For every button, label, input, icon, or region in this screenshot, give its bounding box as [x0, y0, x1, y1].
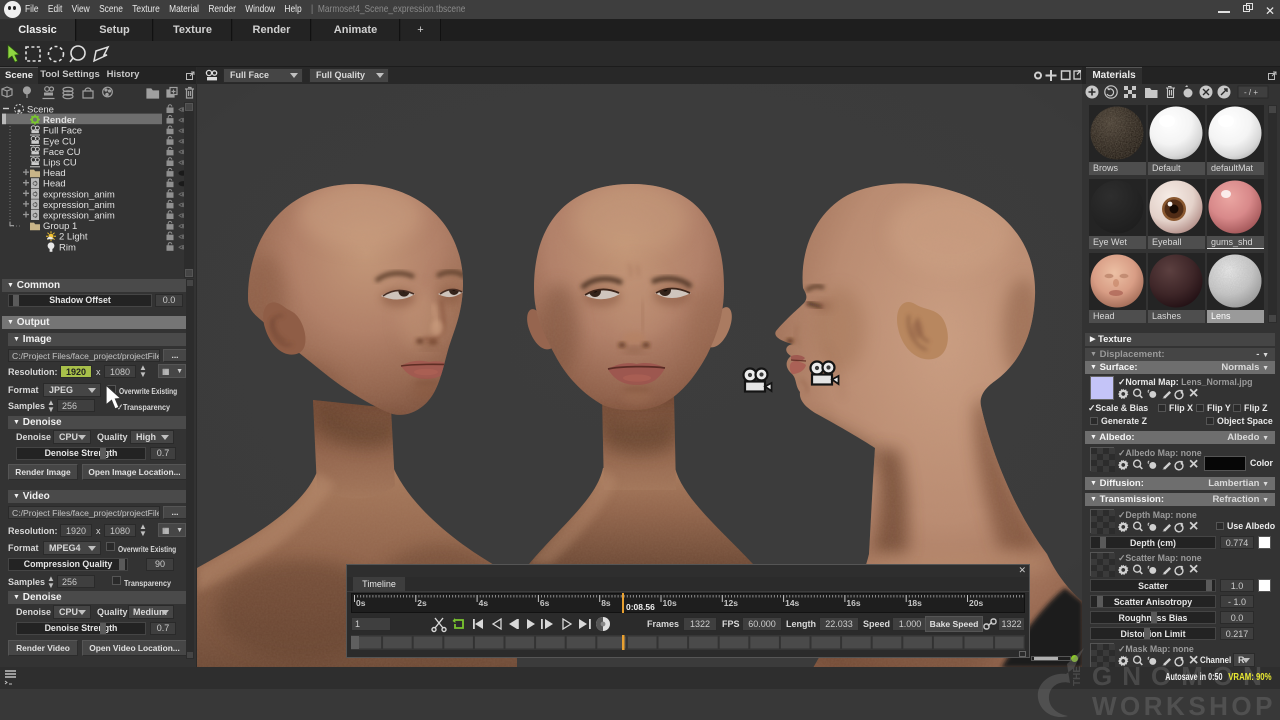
svg-text:18s: 18s — [908, 598, 922, 608]
svg-text:THE: THE — [1072, 666, 1083, 686]
svg-text:6s: 6s — [540, 598, 550, 608]
svg-text:WORKSHOP: WORKSHOP — [1092, 691, 1276, 720]
svg-text:12s: 12s — [724, 598, 738, 608]
svg-text:14s: 14s — [785, 598, 799, 608]
svg-text:0s: 0s — [356, 598, 366, 608]
svg-text:8s: 8s — [601, 598, 611, 608]
svg-text:20s: 20s — [969, 598, 983, 608]
svg-text:2s: 2s — [417, 598, 427, 608]
svg-text:4s: 4s — [479, 598, 489, 608]
svg-text:0:08.56: 0:08.56 — [626, 602, 655, 612]
svg-text:10s: 10s — [663, 598, 677, 608]
svg-text:16s: 16s — [846, 598, 860, 608]
svg-text:- / +: - / + — [1244, 88, 1258, 97]
